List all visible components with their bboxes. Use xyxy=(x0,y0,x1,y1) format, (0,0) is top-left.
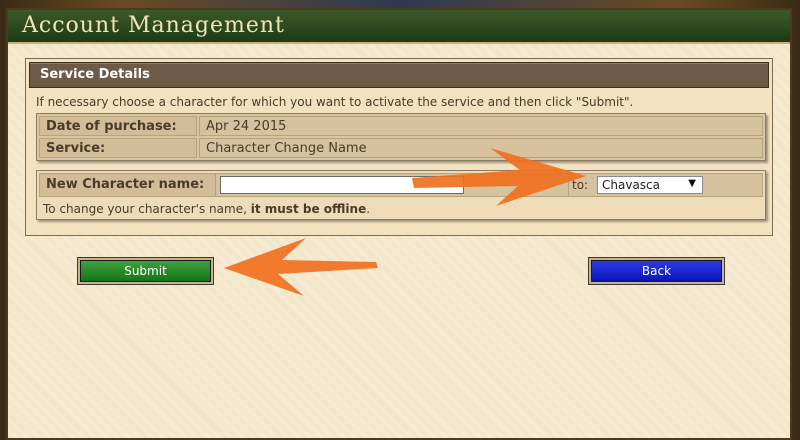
service-details-header: Service Details xyxy=(29,62,769,88)
title-bar: Account Management xyxy=(8,10,790,44)
content-area: Service Details If necessary choose a ch… xyxy=(8,44,790,438)
instructions-text: If necessary choose a character for whic… xyxy=(36,95,634,109)
new-name-label: New Character name: xyxy=(40,174,216,196)
character-select-value: Chavasca xyxy=(602,178,660,192)
annotation-arrow-icon xyxy=(224,238,378,296)
account-management-window: Account Management Service Details If ne… xyxy=(6,8,792,440)
table-row: Service: Character Change Name xyxy=(39,138,763,158)
offline-note-suffix: . xyxy=(366,202,371,216)
offline-note-bold: it must be offline xyxy=(250,202,367,216)
new-name-box: New Character name: to: Chavasca ▼ To ch… xyxy=(36,170,766,220)
offline-note-prefix: To change your character's name, xyxy=(43,202,247,216)
offline-note: To change your character's name, it must… xyxy=(43,202,370,216)
dropdown-arrow-icon: ▼ xyxy=(688,178,696,189)
service-details-box: Service Details If necessary choose a ch… xyxy=(25,58,773,236)
character-select[interactable]: Chavasca ▼ xyxy=(597,176,703,194)
service-label: Service: xyxy=(39,138,197,158)
date-label: Date of purchase: xyxy=(39,116,197,136)
submit-button[interactable]: Submit xyxy=(80,260,211,282)
table-row: Date of purchase: Apr 24 2015 xyxy=(39,116,763,136)
window-title: Account Management xyxy=(22,13,285,38)
new-name-row: New Character name: to: Chavasca ▼ xyxy=(39,173,763,197)
annotation-arrow-icon xyxy=(412,148,586,206)
back-button[interactable]: Back xyxy=(591,260,722,282)
purchase-info-table: Date of purchase: Apr 24 2015 Service: C… xyxy=(36,113,766,161)
service-details-title: Service Details xyxy=(40,67,150,82)
date-value: Apr 24 2015 xyxy=(199,116,763,136)
